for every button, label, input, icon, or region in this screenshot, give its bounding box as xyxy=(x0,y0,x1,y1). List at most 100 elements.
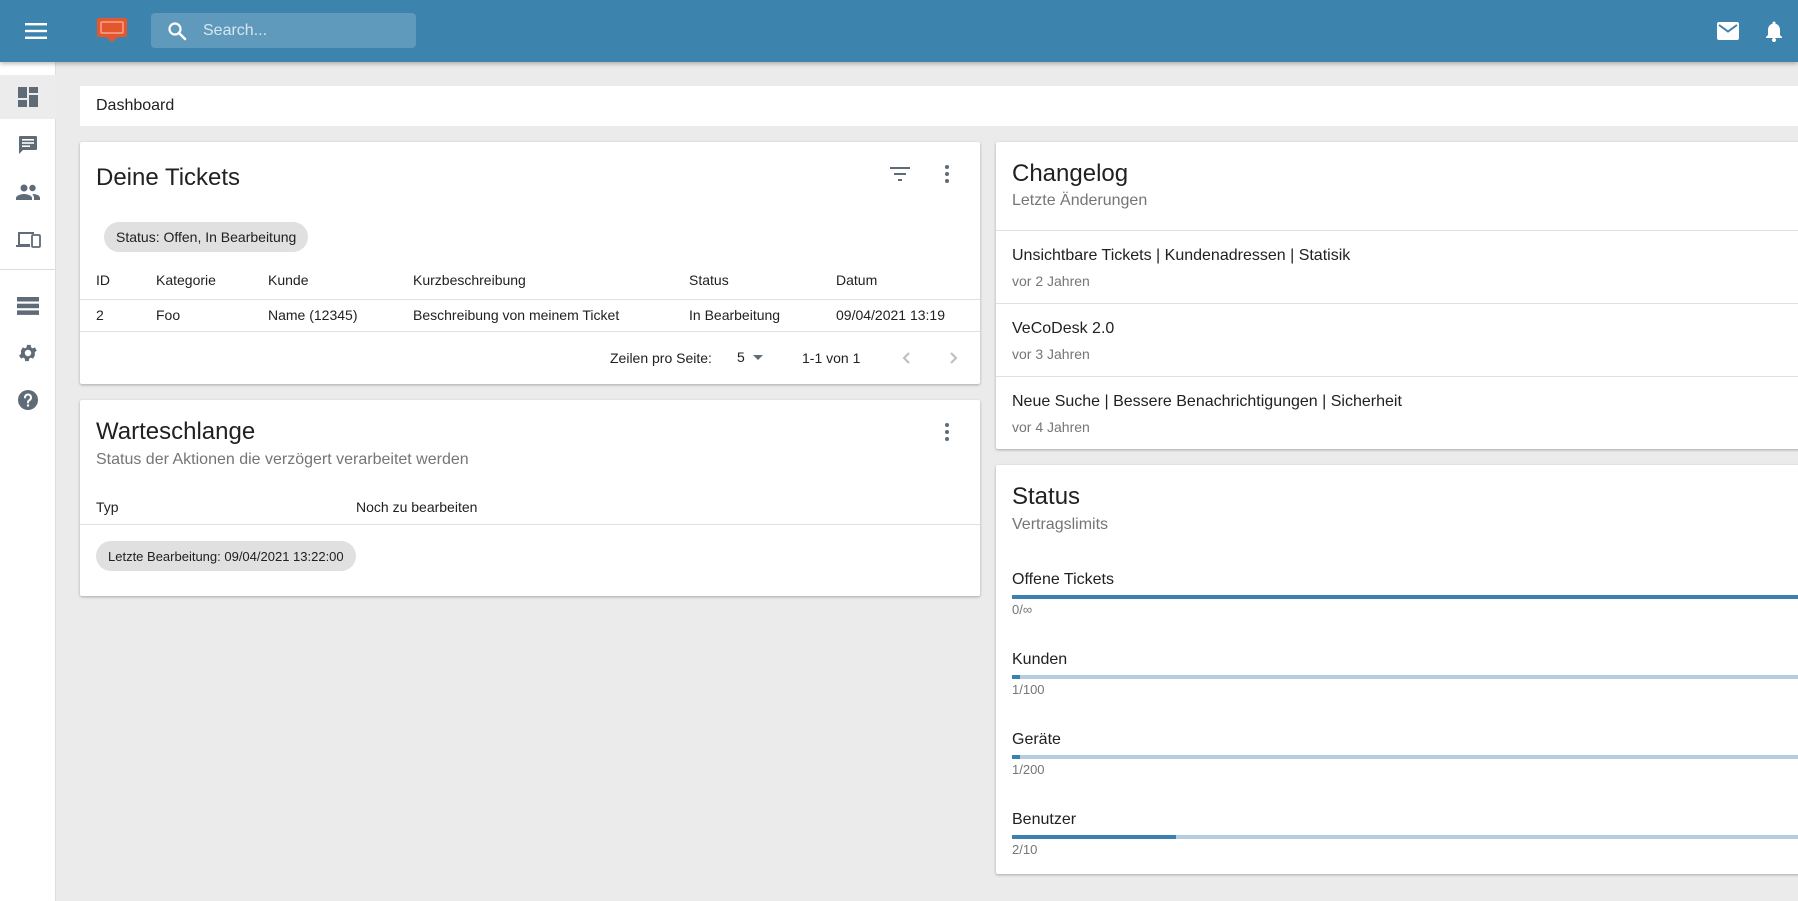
menu-button[interactable] xyxy=(18,15,54,47)
chevron-left-icon xyxy=(902,352,910,364)
changelog-card: Changelog Letzte Änderungen Unsichtbare … xyxy=(996,142,1798,449)
previous-page-button[interactable] xyxy=(890,342,922,374)
table-header-divider xyxy=(80,299,980,300)
last-edit-chip-label: Letzte Bearbeitung: 09/04/2021 13:22:00 xyxy=(108,548,344,564)
sidebar xyxy=(0,62,56,901)
list-icon xyxy=(17,297,39,315)
people-icon xyxy=(16,184,40,200)
changelog-subtitle: Letzte Änderungen xyxy=(1012,192,1148,209)
sidebar-divider xyxy=(0,269,56,270)
sidebar-item-help[interactable] xyxy=(0,378,56,422)
limit-label: Offene Tickets xyxy=(1012,571,1114,588)
filter-icon xyxy=(890,167,910,181)
status-card: Status Vertragslimits Offene Tickets 0/∞… xyxy=(996,465,1798,874)
logo[interactable] xyxy=(96,17,128,42)
chevron-right-icon xyxy=(950,352,958,364)
table-row-divider xyxy=(80,331,980,332)
mail-icon xyxy=(1717,22,1739,40)
changelog-item-title: Unsichtbare Tickets | Kundenadressen | S… xyxy=(1012,247,1351,264)
limit-progress-fill xyxy=(1012,675,1021,679)
column-header-kategorie[interactable]: Kategorie xyxy=(156,272,216,288)
gear-icon xyxy=(19,344,37,362)
status-subtitle: Vertragslimits xyxy=(1012,516,1109,533)
filter-button[interactable] xyxy=(884,158,916,190)
dashboard-icon xyxy=(18,87,38,107)
changelog-item-time: vor 4 Jahren xyxy=(1012,419,1090,435)
changelog-item-title: VeCoDesk 2.0 xyxy=(1012,320,1115,337)
pagination-range: 1-1 von 1 xyxy=(802,350,861,366)
last-edit-chip: Letzte Bearbeitung: 09/04/2021 13:22:00 xyxy=(96,541,356,571)
mail-button[interactable] xyxy=(1714,17,1742,45)
limit-progress-bar xyxy=(1012,595,1798,599)
tickets-more-button[interactable] xyxy=(931,158,963,190)
column-header-typ[interactable]: Typ xyxy=(96,499,119,515)
queue-title: Warteschlange xyxy=(96,418,256,445)
sidebar-item-devices[interactable] xyxy=(0,217,56,261)
hamburger-icon xyxy=(25,23,47,39)
bell-icon xyxy=(1766,21,1782,42)
rows-per-page-select[interactable]: 5 xyxy=(737,344,777,370)
status-filter-chip-label: Status: Offen, In Bearbeitung xyxy=(116,229,297,245)
more-vert-icon xyxy=(945,165,949,183)
limit-value: 1/200 xyxy=(1012,762,1045,777)
limit-progress-fill xyxy=(1012,835,1176,839)
tickets-title: Deine Tickets xyxy=(96,164,241,191)
changelog-item[interactable]: VeCoDesk 2.0 vor 3 Jahren xyxy=(996,303,1798,376)
limit-value: 0/∞ xyxy=(1012,602,1033,617)
limit-label: Benutzer xyxy=(1012,811,1077,828)
column-header-kurzbeschreibung[interactable]: Kurzbeschreibung xyxy=(413,272,526,288)
status-title: Status xyxy=(1012,483,1081,510)
changelog-item[interactable]: Neue Suche | Bessere Benachrichtigungen … xyxy=(996,376,1798,449)
notifications-button[interactable] xyxy=(1760,17,1788,45)
changelog-title: Changelog xyxy=(1012,160,1129,187)
limit-label: Geräte xyxy=(1012,731,1061,748)
ticket-kategorie[interactable]: Foo xyxy=(156,307,180,323)
chevron-down-icon xyxy=(752,354,763,360)
changelog-item-time: vor 3 Jahren xyxy=(1012,346,1090,362)
limit-progress-fill xyxy=(1012,755,1021,759)
changelog-item[interactable]: Unsichtbare Tickets | Kundenadressen | S… xyxy=(996,230,1798,303)
queue-subtitle: Status der Aktionen die verzögert verarb… xyxy=(96,451,469,468)
logo-icon xyxy=(97,18,127,42)
search-input[interactable] xyxy=(203,21,403,40)
ticket-datum[interactable]: 09/04/2021 13:19 xyxy=(836,307,945,323)
breadcrumb: Dashboard xyxy=(80,86,1798,126)
column-header-datum[interactable]: Datum xyxy=(836,272,877,288)
ticket-kurzbeschreibung[interactable]: Beschreibung von meinem Ticket xyxy=(413,307,619,323)
limit-progress-bar xyxy=(1012,835,1798,839)
changelog-item-time: vor 2 Jahren xyxy=(1012,273,1090,289)
ticket-kunde[interactable]: Name (12345) xyxy=(268,307,358,323)
limit-progress-bar xyxy=(1012,675,1798,679)
search-icon xyxy=(151,13,203,48)
rows-per-page-value: 5 xyxy=(737,349,745,365)
limit-progress-bar xyxy=(1012,755,1798,759)
page-title: Dashboard xyxy=(96,97,175,114)
help-icon xyxy=(18,390,38,410)
tickets-card: Deine Tickets Status: Offen, In Bearbeit… xyxy=(80,142,980,384)
sidebar-item-list[interactable] xyxy=(0,284,56,328)
ticket-id[interactable]: 2 xyxy=(96,307,104,323)
ticket-status[interactable]: In Bearbeitung xyxy=(689,307,780,323)
queue-more-button[interactable] xyxy=(931,416,963,448)
more-vert-icon xyxy=(945,423,949,441)
next-page-button[interactable] xyxy=(938,342,970,374)
limit-value: 1/100 xyxy=(1012,682,1045,697)
column-header-status[interactable]: Status xyxy=(689,272,729,288)
sidebar-item-dashboard[interactable] xyxy=(0,75,56,119)
chat-icon xyxy=(19,136,37,154)
limit-progress-fill xyxy=(1012,595,1798,599)
column-header-kunde[interactable]: Kunde xyxy=(268,272,308,288)
status-filter-chip[interactable]: Status: Offen, In Bearbeitung xyxy=(104,222,309,252)
sidebar-item-tickets[interactable] xyxy=(0,123,56,167)
devices-icon xyxy=(16,232,41,248)
app-bar xyxy=(0,0,1798,62)
queue-header-divider xyxy=(80,524,980,525)
column-header-id[interactable]: ID xyxy=(96,272,110,288)
limit-label: Kunden xyxy=(1012,651,1068,668)
sidebar-item-settings[interactable] xyxy=(0,331,56,375)
search-box[interactable] xyxy=(151,13,416,48)
sidebar-item-customers[interactable] xyxy=(0,170,56,214)
limit-value: 2/10 xyxy=(1012,842,1038,857)
changelog-item-title: Neue Suche | Bessere Benachrichtigungen … xyxy=(1012,393,1402,410)
column-header-noch-zu-bearbeiten[interactable]: Noch zu bearbeiten xyxy=(356,499,477,515)
